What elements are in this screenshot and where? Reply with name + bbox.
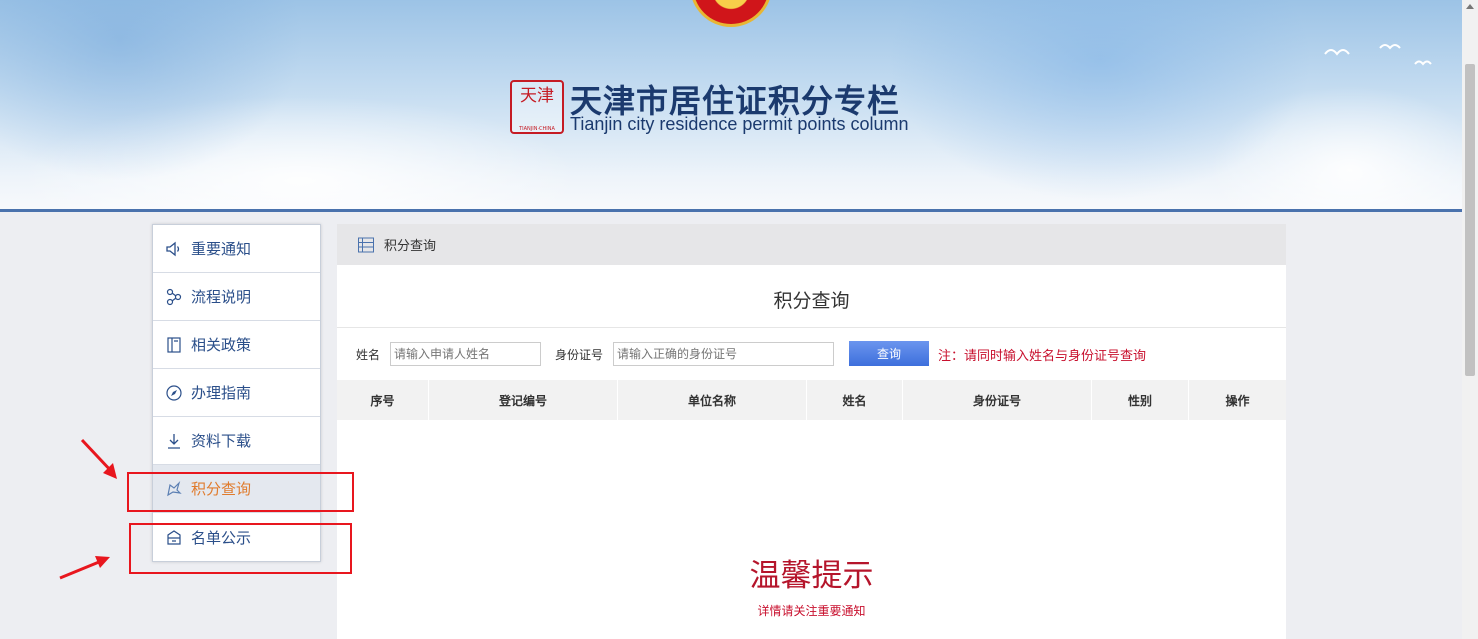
banner-divider	[0, 209, 1462, 212]
annotation-arrow-icon	[59, 556, 110, 580]
sidebar-item-label: 资料下载	[191, 432, 252, 450]
annotation-box-public-list	[129, 523, 352, 574]
column-header: 性别	[1092, 380, 1189, 420]
sidebar-item-policy[interactable]: 相关政策	[153, 321, 320, 369]
sidebar-item-label: 相关政策	[191, 336, 252, 354]
list-icon	[358, 237, 374, 253]
column-header: 序号	[337, 380, 429, 420]
speaker-icon	[165, 240, 183, 258]
bird-icon	[1324, 44, 1432, 66]
banner-subtitle: Tianjin city residence permit points col…	[570, 114, 909, 134]
page-title: 积分查询	[773, 290, 850, 312]
query-button[interactable]: 查询	[849, 341, 929, 366]
sidebar-item-label: 流程说明	[191, 288, 252, 306]
results-table-header: 序号 登记编号 单位名称 姓名 身份证号 性别 操作	[337, 380, 1286, 420]
book-icon	[165, 336, 183, 354]
id-number-label: 身份证号	[555, 348, 604, 362]
sidebar-item-notices[interactable]: 重要通知	[153, 225, 320, 273]
scroll-up-arrow-icon[interactable]	[1466, 4, 1474, 9]
main-panel: 积分查询 积分查询 姓名 身份证号 查询 注：请同时输入姓名与身份证号查询 序号…	[337, 224, 1286, 639]
annotation-arrow-icon	[80, 438, 117, 479]
header-banner: 天津 TIANJIN·CHINA 天津市居住证积分专栏 Tianjin city…	[0, 0, 1462, 209]
breadcrumb: 积分查询	[384, 239, 437, 254]
tip-title: 温馨提示	[749, 558, 874, 594]
name-label: 姓名	[356, 348, 381, 362]
national-emblem-icon	[690, 0, 772, 27]
sidebar-item-process[interactable]: 流程说明	[153, 273, 320, 321]
column-header: 操作	[1225, 393, 1250, 408]
sidebar-item-downloads[interactable]: 资料下载	[153, 417, 320, 465]
sidebar-item-guide[interactable]: 办理指南	[153, 369, 320, 417]
column-header: 身份证号	[903, 380, 1092, 420]
column-header: 登记编号	[429, 380, 618, 420]
column-header: 姓名	[807, 380, 903, 420]
sidebar-item-label: 办理指南	[191, 384, 252, 402]
query-note: 注：请同时输入姓名与身份证号查询	[938, 349, 1147, 364]
scrollbar-thumb[interactable]	[1465, 64, 1475, 376]
divider	[337, 327, 1286, 328]
annotation-box-points-query	[127, 472, 354, 512]
flow-icon	[165, 288, 183, 306]
sidebar-item-label: 重要通知	[191, 240, 252, 258]
name-input[interactable]	[390, 342, 541, 366]
id-number-input[interactable]	[613, 342, 834, 366]
tip-subtitle: 详情请关注重要通知	[757, 604, 866, 618]
seal-logo-caption: TIANJIN·CHINA	[519, 126, 555, 132]
download-icon	[165, 432, 183, 450]
compass-icon	[165, 384, 183, 402]
panel-header: 积分查询	[337, 224, 1286, 265]
column-header: 单位名称	[618, 380, 807, 420]
